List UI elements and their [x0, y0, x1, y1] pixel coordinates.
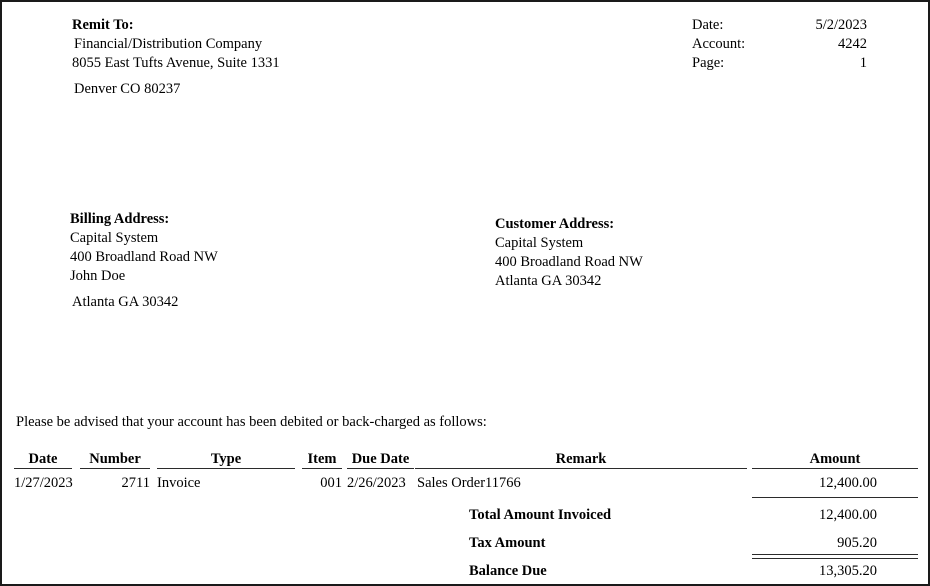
table-rule-item: [302, 468, 342, 469]
table-rule-type: [157, 468, 295, 469]
billing-address-heading: Billing Address:: [70, 211, 170, 227]
date-value: 5/2/2023: [815, 17, 867, 33]
header-meta-row-date: Date: 5/2/2023: [692, 16, 867, 35]
total-amount-invoiced-value: 12,400.00: [819, 507, 877, 523]
remit-to-block: Remit To: Financial/Distribution Company…: [72, 16, 412, 99]
remit-to-heading: Remit To:: [72, 17, 134, 33]
table-rule-amount: [752, 468, 918, 469]
charges-table: Date Number Type Item Due Date Remark Am…: [2, 450, 928, 584]
table-cell-number: 2711: [121, 475, 150, 491]
table-cell-amount: 12,400.00: [819, 475, 877, 491]
invoice-page: Remit To: Financial/Distribution Company…: [0, 0, 930, 586]
totals-top-rule: [752, 497, 918, 498]
customer-address-line-2: 400 Broadland Road NW: [495, 254, 643, 270]
advisory-text: Please be advised that your account has …: [16, 414, 487, 430]
header-meta-row-page: Page: 1: [692, 54, 867, 73]
tax-amount-label: Tax Amount: [469, 535, 546, 551]
remit-to-line-3: Denver CO 80237: [74, 81, 181, 97]
remit-to-line-1: Financial/Distribution Company: [74, 36, 263, 52]
remit-to-line-2: 8055 East Tufts Avenue, Suite 1331: [72, 55, 280, 71]
table-header-due-date: Due Date: [351, 451, 410, 467]
balance-due-label: Balance Due: [469, 563, 547, 579]
header-meta-block: Date: 5/2/2023 Account: 4242 Page: 1: [692, 16, 867, 73]
date-label: Date:: [692, 17, 724, 33]
header-meta-row-account: Account: 4242: [692, 35, 867, 54]
page-value: 1: [859, 55, 867, 71]
table-rule-due-date: [347, 468, 414, 469]
billing-address-line-2: 400 Broadland Road NW: [70, 249, 218, 265]
balance-due-double-rule: [752, 554, 918, 559]
customer-address-line-1: Capital System: [495, 235, 584, 251]
table-rule-number: [80, 468, 150, 469]
table-rule-date: [14, 468, 72, 469]
account-label: Account:: [692, 36, 746, 52]
page-label: Page:: [692, 55, 725, 71]
table-cell-item: 001: [320, 475, 342, 491]
billing-address-line-1: Capital System: [70, 230, 159, 246]
table-header-date: Date: [28, 451, 58, 467]
billing-address-line-3: John Doe: [70, 268, 126, 284]
tax-amount-value: 905.20: [837, 535, 877, 551]
customer-address-heading: Customer Address:: [495, 216, 615, 232]
table-header-type: Type: [210, 451, 242, 467]
table-header-remark: Remark: [555, 451, 607, 467]
billing-address-line-4: Atlanta GA 30342: [72, 294, 179, 310]
table-header-number: Number: [89, 451, 141, 467]
customer-address-block: Customer Address: Capital System 400 Bro…: [495, 215, 825, 291]
table-cell-due-date: 2/26/2023: [347, 475, 406, 491]
table-cell-remark: Sales Order11766: [417, 475, 521, 491]
table-rule-remark: [415, 468, 747, 469]
table-header-amount: Amount: [809, 451, 861, 467]
customer-address-line-3: Atlanta GA 30342: [495, 273, 602, 289]
account-value: 4242: [838, 36, 867, 52]
table-cell-type: Invoice: [157, 475, 201, 491]
balance-due-value: 13,305.20: [819, 563, 877, 579]
billing-address-block: Billing Address: Capital System 400 Broa…: [70, 210, 400, 312]
table-header-item: Item: [307, 451, 337, 467]
total-amount-invoiced-label: Total Amount Invoiced: [469, 507, 612, 523]
